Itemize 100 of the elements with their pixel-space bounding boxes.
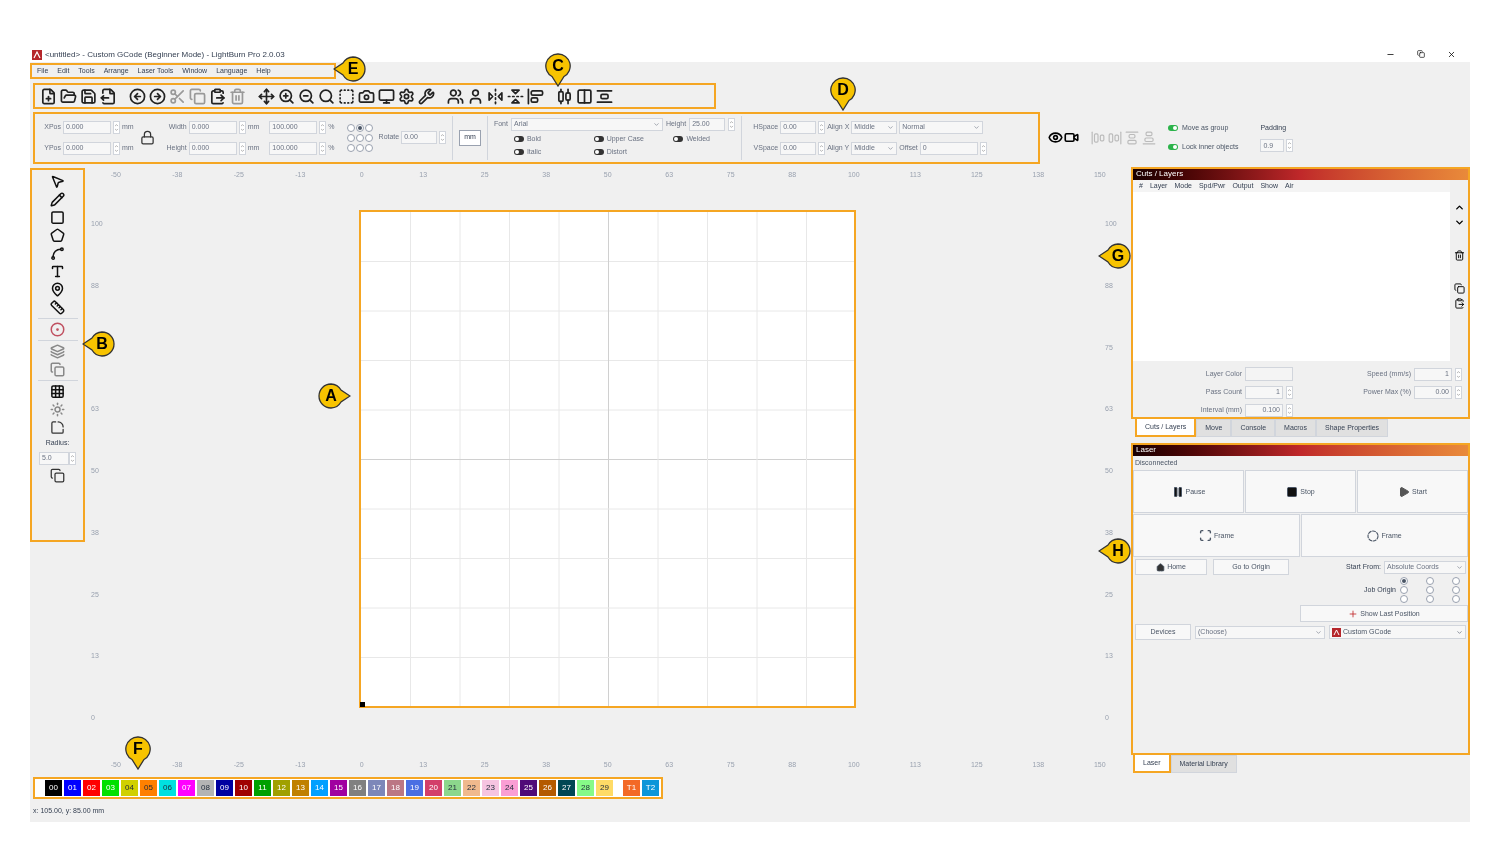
flip-horizontal-icon[interactable] bbox=[487, 87, 504, 105]
color-swatch[interactable]: 19 bbox=[406, 780, 423, 796]
new-file-icon[interactable] bbox=[40, 87, 57, 105]
radio-button[interactable] bbox=[1452, 595, 1460, 604]
color-swatch[interactable]: 00 bbox=[45, 780, 62, 796]
radio-button[interactable] bbox=[346, 133, 355, 142]
radio-button[interactable] bbox=[1452, 586, 1460, 595]
crosshair-icon bbox=[1348, 608, 1359, 619]
toggle-switch[interactable] bbox=[513, 135, 524, 142]
text-tool-icon[interactable] bbox=[50, 264, 65, 279]
camera-icon[interactable] bbox=[358, 87, 375, 105]
close-icon[interactable] bbox=[1447, 50, 1456, 59]
radio-button[interactable] bbox=[1426, 586, 1434, 595]
polygon-icon[interactable] bbox=[50, 228, 65, 243]
move-icon[interactable] bbox=[258, 87, 275, 105]
radio-button[interactable] bbox=[1426, 595, 1434, 604]
target-circle-icon[interactable] bbox=[50, 322, 65, 337]
copy-icon[interactable] bbox=[1453, 282, 1465, 294]
distribute-icon[interactable] bbox=[556, 87, 573, 105]
spacing-icon[interactable] bbox=[596, 87, 613, 105]
dashed-frame-icon[interactable] bbox=[338, 87, 355, 105]
export-file-icon[interactable] bbox=[100, 87, 117, 105]
color-swatch[interactable]: 08 bbox=[197, 780, 214, 796]
radio-button[interactable] bbox=[355, 143, 364, 152]
color-swatch[interactable]: 28 bbox=[577, 780, 594, 796]
color-swatch[interactable]: 04 bbox=[121, 780, 138, 796]
video-camera-icon[interactable] bbox=[1064, 130, 1079, 145]
callout-marker: A bbox=[317, 382, 351, 410]
pin-icon[interactable] bbox=[50, 282, 65, 297]
overlap-icon[interactable] bbox=[50, 467, 65, 483]
radio-button[interactable] bbox=[1400, 595, 1408, 604]
circle-arrow-left-icon[interactable] bbox=[129, 87, 146, 105]
zoom-in-icon[interactable] bbox=[278, 87, 295, 105]
color-swatch[interactable]: 06 bbox=[159, 780, 176, 796]
color-swatch[interactable]: 21 bbox=[444, 780, 461, 796]
rectangle-icon[interactable] bbox=[50, 210, 65, 225]
color-swatch[interactable]: 25 bbox=[520, 780, 537, 796]
paste-icon[interactable] bbox=[1453, 297, 1465, 309]
panel-title: Laser bbox=[1136, 445, 1156, 456]
flip-vertical-icon[interactable] bbox=[507, 87, 524, 105]
color-swatch[interactable]: 01 bbox=[64, 780, 81, 796]
toggle-switch[interactable] bbox=[513, 149, 524, 156]
circle-arrow-right-icon[interactable] bbox=[149, 87, 166, 105]
monitor-icon[interactable] bbox=[378, 87, 395, 105]
grid-array-icon[interactable] bbox=[50, 384, 65, 399]
toggle-switch[interactable] bbox=[673, 135, 684, 142]
lock-icon[interactable] bbox=[139, 130, 155, 145]
color-swatch[interactable]: 20 bbox=[425, 780, 442, 796]
color-swatch[interactable]: 29 bbox=[596, 780, 613, 796]
users-icon[interactable] bbox=[447, 87, 464, 105]
eye-icon[interactable] bbox=[1048, 130, 1063, 145]
toggle-switch[interactable] bbox=[593, 149, 604, 156]
node-edit-icon[interactable] bbox=[50, 246, 65, 261]
pencil-icon[interactable] bbox=[50, 192, 65, 207]
corner-radius-icon[interactable] bbox=[50, 420, 65, 435]
user-icon[interactable] bbox=[467, 87, 484, 105]
columns-icon[interactable] bbox=[576, 87, 593, 105]
radio-button[interactable] bbox=[1400, 577, 1408, 586]
toggle-switch[interactable] bbox=[1168, 143, 1178, 150]
zoom-out-icon[interactable] bbox=[298, 87, 315, 105]
paste-icon[interactable] bbox=[209, 87, 226, 105]
radio-button[interactable] bbox=[364, 143, 373, 152]
radio-button[interactable] bbox=[364, 133, 373, 142]
color-swatch[interactable]: 26 bbox=[539, 780, 556, 796]
ruler-icon[interactable] bbox=[50, 300, 65, 315]
radio-button[interactable] bbox=[346, 123, 355, 132]
search-icon[interactable] bbox=[318, 87, 335, 105]
restore-icon[interactable] bbox=[1417, 50, 1425, 58]
play-icon bbox=[1398, 485, 1411, 498]
color-swatch[interactable]: 24 bbox=[501, 780, 518, 796]
save-icon[interactable] bbox=[80, 87, 97, 105]
color-swatch[interactable]: 27 bbox=[558, 780, 575, 796]
color-swatch[interactable]: 09 bbox=[216, 780, 233, 796]
layer-color-swatch[interactable] bbox=[1245, 367, 1293, 381]
color-swatch[interactable]: 23 bbox=[482, 780, 499, 796]
color-swatch[interactable]: 10 bbox=[235, 780, 252, 796]
radio-button[interactable] bbox=[355, 133, 364, 142]
color-swatch[interactable]: 05 bbox=[140, 780, 157, 796]
layers-icon[interactable] bbox=[50, 344, 65, 359]
toggle-switch[interactable] bbox=[593, 135, 604, 142]
radio-button[interactable] bbox=[1400, 586, 1408, 595]
settings-icon[interactable] bbox=[398, 87, 415, 105]
trash-icon[interactable] bbox=[1453, 249, 1465, 261]
toggle-switch[interactable] bbox=[1168, 125, 1178, 132]
align-icon[interactable] bbox=[527, 87, 544, 105]
stop-icon bbox=[1286, 485, 1299, 498]
color-swatch[interactable]: 16 bbox=[349, 780, 366, 796]
color-swatch[interactable]: 02 bbox=[83, 780, 100, 796]
color-swatch[interactable]: 22 bbox=[463, 780, 480, 796]
radio-button[interactable] bbox=[364, 123, 373, 132]
radio-button[interactable] bbox=[346, 143, 355, 152]
pause-icon bbox=[1171, 485, 1184, 498]
color-swatch[interactable]: 15 bbox=[330, 780, 347, 796]
radio-button[interactable] bbox=[355, 123, 364, 132]
open-folder-icon[interactable] bbox=[60, 87, 77, 105]
pointer-icon[interactable] bbox=[50, 174, 65, 189]
radio-button[interactable] bbox=[1452, 577, 1460, 586]
wrench-icon[interactable] bbox=[418, 87, 435, 105]
radio-button[interactable] bbox=[1426, 577, 1434, 586]
callout-marker: E bbox=[333, 55, 367, 83]
